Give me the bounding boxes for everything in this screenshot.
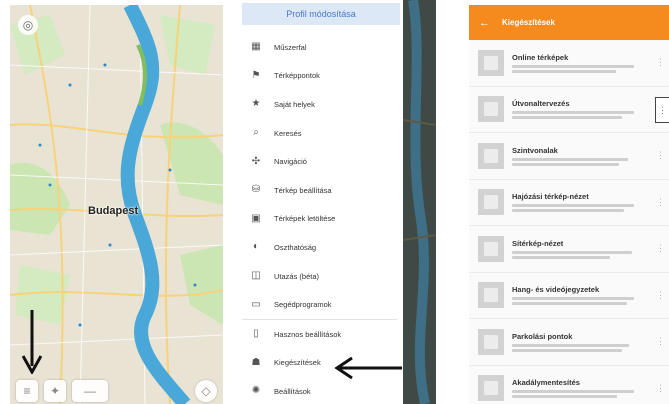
city-label: Budapest: [88, 205, 139, 217]
plugin-title: Szintvonalak: [512, 145, 558, 155]
menu-item-my-places[interactable]: ★ Saját helyek: [236, 90, 403, 119]
plugins-panel: ← Kiegészítések Online térképek ⋮ Útvona…: [469, 5, 669, 404]
drawer-panel: Profil módosítása ▦ Műszerfal ⚑ Térképpo…: [236, 0, 436, 404]
zoom-button[interactable]: —: [72, 380, 108, 402]
drawer-menu: ▦ Műszerfal ⚑ Térképpontok ★ Saját helye…: [236, 33, 403, 404]
settings-icon: ▯: [253, 328, 259, 340]
navigation-button[interactable]: ◇: [195, 380, 217, 402]
more-icon[interactable]: ⋮: [655, 96, 669, 123]
plugin-title: Útvonaltervezés: [512, 99, 570, 109]
menu-item-share[interactable]: ◐ Oszthatóság: [236, 233, 403, 262]
menu-item-navigation[interactable]: ✣ Navigáció: [236, 147, 403, 176]
gear-icon: ✺: [251, 385, 261, 397]
menu-item-download-maps[interactable]: ▣ Térképek letöltése: [236, 205, 403, 234]
left-arrow-annotation: [334, 356, 402, 380]
navigation-icon: ◇: [201, 384, 211, 398]
list-item[interactable]: Szintvonalak ⋮: [469, 133, 669, 180]
app-bar: ← Kiegészítések: [469, 5, 669, 40]
menu-item-label: Saját helyek: [274, 99, 315, 109]
plugin-thumbnail: [478, 189, 504, 216]
menu-item-configure-map[interactable]: ⛁ Térkép beállítása: [236, 176, 403, 205]
tools-icon: ▭: [251, 298, 261, 310]
plugin-thumbnail: [478, 375, 504, 402]
location-icon: ✦: [49, 384, 61, 398]
menu-item-useful-settings[interactable]: ▯ Hasznos beállítások: [236, 320, 403, 349]
plugin-thumbnail: [478, 328, 504, 355]
star-icon: ★: [251, 98, 261, 110]
zoom-icon: —: [84, 384, 96, 398]
back-arrow-icon[interactable]: ←: [479, 17, 490, 29]
dimmed-map: [403, 0, 436, 404]
list-item[interactable]: Hajózási térkép-nézet ⋮: [469, 180, 669, 226]
plugins-icon: ☗: [251, 356, 261, 368]
menu-item-tools[interactable]: ▭ Segédprogramok: [236, 290, 403, 319]
menu-item-dashboard[interactable]: ▦ Műszerfal: [236, 33, 403, 62]
pin-icon: ⚑: [251, 69, 261, 81]
list-item[interactable]: Hang- és videójegyzetek ⋮: [469, 273, 669, 319]
menu-item-settings[interactable]: ✺ Beállítások: [236, 377, 403, 404]
map-bottom-bar: ≡ ✦ — ◇: [10, 378, 223, 404]
navigation-drawer: Profil módosítása ▦ Műszerfal ⚑ Térképpo…: [236, 0, 403, 404]
navigation-icon: ✣: [251, 155, 261, 167]
location-button[interactable]: ✦: [44, 380, 66, 402]
list-item[interactable]: Útvonaltervezés ⋮: [469, 87, 669, 133]
menu-item-label: Kiegészítések: [274, 358, 321, 368]
list-item[interactable]: Akadálymentesítés ⋮: [469, 366, 669, 404]
compass-icon[interactable]: ◎: [18, 15, 38, 35]
plugin-title: Hajózási térkép-nézet: [512, 192, 589, 202]
down-arrow-annotation: [22, 310, 42, 374]
layers-icon: ⛁: [251, 184, 261, 196]
plugin-thumbnail: [478, 282, 504, 309]
share-icon: ◐: [252, 241, 260, 253]
plugin-thumbnail: [478, 235, 504, 262]
menu-item-label: Térképpontok: [274, 71, 320, 81]
more-icon[interactable]: ⋮: [656, 243, 665, 254]
list-item[interactable]: Sítérkép-nézet ⋮: [469, 226, 669, 273]
more-icon[interactable]: ⋮: [656, 150, 665, 161]
menu-item-label: Segédprogramok: [274, 300, 332, 310]
plugin-title: Parkolási pontok: [512, 331, 573, 341]
travel-icon: ◫: [251, 270, 261, 282]
plugin-title: Sítérkép-nézet: [512, 238, 564, 248]
more-icon[interactable]: ⋮: [656, 383, 665, 394]
menu-icon: ≡: [23, 384, 31, 398]
plugin-thumbnail: [478, 142, 504, 169]
menu-item-label: Térképek letöltése: [274, 214, 336, 224]
menu-item-label: Navigáció: [274, 157, 307, 167]
menu-item-points[interactable]: ⚑ Térképpontok: [236, 62, 403, 91]
download-icon: ▣: [251, 212, 261, 224]
dashboard-icon: ▦: [251, 41, 261, 53]
plugin-title: Akadálymentesítés: [512, 378, 580, 388]
more-icon[interactable]: ⋮: [656, 57, 665, 68]
plugin-title: Hang- és videójegyzetek: [512, 285, 600, 295]
search-icon: ⌕: [253, 127, 259, 139]
plugin-thumbnail: [478, 96, 504, 123]
menu-item-label: Utazás (béta): [274, 271, 320, 281]
menu-item-label: Térkép beállítása: [274, 185, 332, 195]
list-item[interactable]: Parkolási pontok ⋮: [469, 319, 669, 366]
menu-item-label: Műszerfal: [274, 42, 307, 52]
profile-header[interactable]: Profil módosítása: [242, 3, 400, 25]
menu-item-label: Oszthatóság: [274, 242, 317, 252]
menu-item-travel[interactable]: ◫ Utazás (béta): [236, 262, 403, 291]
menu-item-label: Keresés: [274, 128, 302, 138]
menu-item-search[interactable]: ⌕ Keresés: [236, 119, 403, 148]
plugin-title: Online térképek: [512, 52, 569, 62]
plugin-thumbnail: [478, 49, 504, 76]
more-icon[interactable]: ⋮: [656, 290, 665, 301]
menu-button[interactable]: ≡: [16, 380, 38, 402]
list-item[interactable]: Online térképek ⋮: [469, 40, 669, 87]
menu-item-label: Hasznos beállítások: [274, 329, 342, 339]
screenshot-root: ◎ Budapest ≡ ✦ — ◇ Profil módosítása ▦ M…: [0, 0, 669, 404]
dimmed-map-overlay[interactable]: [403, 0, 436, 404]
menu-item-label: Beállítások: [274, 386, 311, 396]
more-icon[interactable]: ⋮: [656, 197, 665, 208]
page-title: Kiegészítések: [502, 18, 555, 27]
more-icon[interactable]: ⋮: [656, 336, 665, 347]
